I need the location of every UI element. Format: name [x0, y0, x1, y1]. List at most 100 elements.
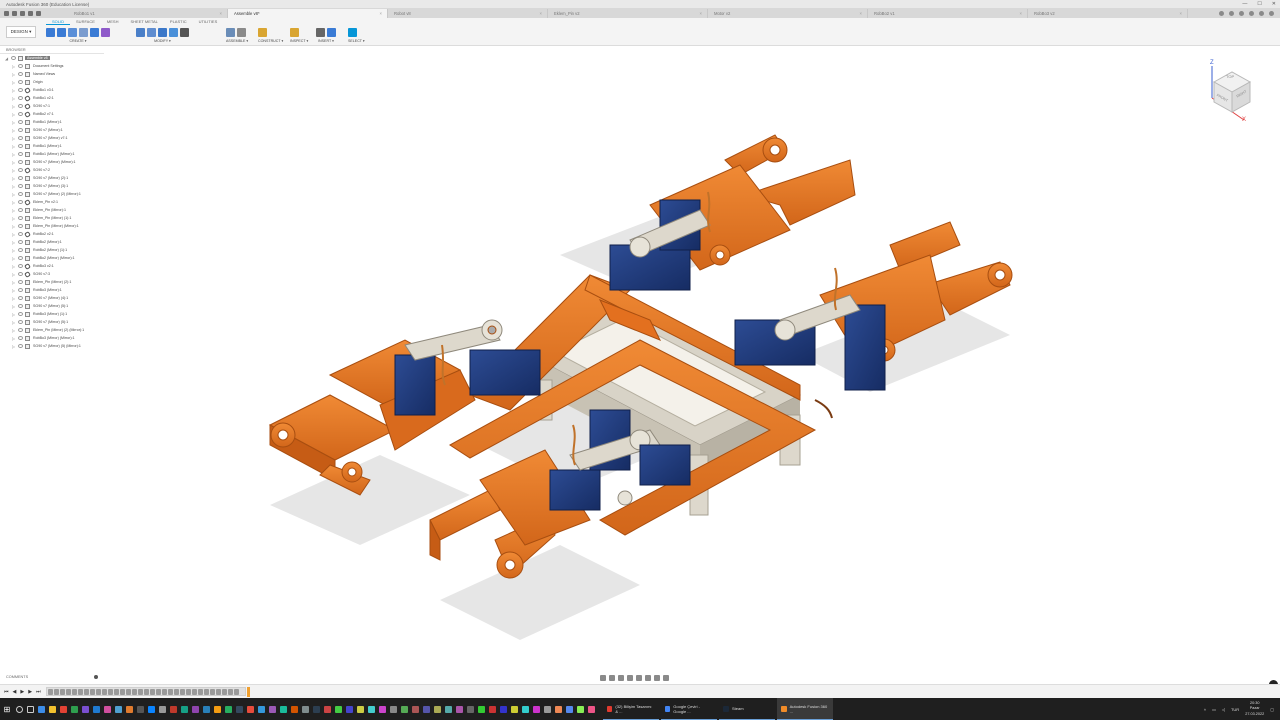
pinned-app-icon[interactable] — [236, 705, 243, 713]
timeline-feature-icon[interactable] — [222, 688, 227, 695]
close-tab-icon[interactable]: × — [220, 11, 222, 16]
fit-icon[interactable] — [636, 674, 642, 681]
tool-icon[interactable] — [226, 27, 235, 37]
browser-item[interactable]: ▷ SG90 v7 (Mirror):1 — [0, 126, 104, 134]
pinned-app-icon[interactable] — [346, 705, 353, 713]
mode-tab[interactable]: MESH — [101, 19, 125, 25]
expand-arrow-icon[interactable]: ▷ — [12, 176, 16, 181]
expand-arrow-icon[interactable]: ▷ — [12, 216, 16, 221]
pinned-app-icon[interactable] — [126, 705, 133, 713]
pinned-app-icon[interactable] — [192, 705, 199, 713]
step-forward-icon[interactable]: ▶ — [28, 689, 32, 695]
expand-arrow-icon[interactable]: ▷ — [12, 312, 16, 317]
timeline-feature-icon[interactable] — [216, 688, 221, 695]
timeline-feature-icon[interactable] — [204, 688, 209, 695]
tool-icon[interactable] — [68, 27, 77, 37]
expand-arrow-icon[interactable]: ▷ — [12, 208, 16, 213]
pinned-app-icon[interactable] — [566, 705, 573, 713]
visibility-icon[interactable] — [18, 272, 23, 276]
save-icon[interactable] — [20, 10, 25, 16]
browser-item[interactable]: ▷ SG90 v7 (Mirror) (2):1 — [0, 174, 104, 182]
display-settings-icon[interactable] — [645, 674, 651, 681]
pinned-app-icon[interactable] — [456, 705, 463, 713]
expand-arrow-icon[interactable]: ▷ — [12, 144, 16, 149]
play-icon[interactable]: ▶ — [20, 689, 24, 695]
minimize-button[interactable]: — — [1242, 1, 1247, 7]
timeline-feature-icon[interactable] — [198, 688, 203, 695]
timeline-feature-icon[interactable] — [84, 688, 89, 695]
document-tab[interactable]: Eklem_Pin v2 × — [548, 9, 708, 18]
visibility-icon[interactable] — [18, 160, 23, 164]
tool-icon[interactable] — [57, 27, 66, 37]
mode-tab[interactable]: SURFACE — [70, 19, 101, 25]
step-back-icon[interactable]: ◀ — [13, 689, 17, 695]
expand-arrow-icon[interactable]: ▷ — [12, 336, 16, 341]
visibility-icon[interactable] — [18, 336, 23, 340]
expand-arrow-icon[interactable]: ▷ — [12, 88, 16, 93]
browser-item[interactable]: ▷ Document Settings — [0, 62, 104, 70]
browser-item[interactable]: ▷ RobBo1 (Mirror):1 — [0, 142, 104, 150]
visibility-icon[interactable] — [18, 200, 23, 204]
visibility-icon[interactable] — [18, 136, 23, 140]
expand-arrow-icon[interactable]: ▷ — [12, 272, 16, 277]
mode-tab[interactable]: SOLID — [46, 19, 71, 25]
browser-item[interactable]: ▷ Eklem_Pin (Mirror) (2):1 — [0, 278, 104, 286]
visibility-icon[interactable] — [18, 312, 23, 316]
pinned-app-icon[interactable] — [280, 705, 287, 713]
timeline-feature-icon[interactable] — [90, 688, 95, 695]
tool-icon[interactable] — [327, 27, 336, 37]
network-icon[interactable]: ▭ — [1212, 707, 1216, 712]
browser-item[interactable]: ▷ SG90 v7 (Mirror) v7:1 — [0, 134, 104, 142]
extensions-icon[interactable] — [1229, 11, 1234, 16]
pinned-app-icon[interactable] — [93, 705, 100, 713]
browser-item[interactable]: ▷ RobBo3 (Mirror) (1):1 — [0, 310, 104, 318]
visibility-icon[interactable] — [18, 152, 23, 156]
browser-item[interactable]: ▷ SG90 v7 (Mirror) (2) (Mirror):1 — [0, 190, 104, 198]
pinned-app-icon[interactable] — [357, 705, 364, 713]
browser-item[interactable]: ▷ RobBo2 v2:1 — [0, 230, 104, 238]
pinned-app-icon[interactable] — [291, 705, 298, 713]
expand-arrow-icon[interactable]: ▷ — [12, 96, 16, 101]
timeline-feature-icon[interactable] — [174, 688, 179, 695]
visibility-icon[interactable] — [18, 264, 23, 268]
expand-arrow-icon[interactable]: ▷ — [12, 224, 16, 229]
pinned-app-icon[interactable] — [115, 705, 122, 713]
browser-item[interactable]: ▷ SG90 v7 (Mirror) (4):1 — [0, 294, 104, 302]
pinned-app-icon[interactable] — [137, 705, 144, 713]
visibility-icon[interactable] — [18, 232, 23, 236]
browser-item[interactable]: ▷ RobBo2 (Mirror):1 — [0, 238, 104, 246]
timeline-feature-icon[interactable] — [60, 688, 65, 695]
timeline-feature-icon[interactable] — [108, 688, 113, 695]
visibility-icon[interactable] — [18, 112, 23, 116]
visibility-icon[interactable] — [11, 56, 16, 60]
pinned-app-icon[interactable] — [214, 705, 221, 713]
timeline-feature-icon[interactable] — [126, 688, 131, 695]
pinned-app-icon[interactable] — [49, 705, 56, 713]
mode-tab[interactable]: SHEET METAL — [124, 19, 163, 25]
go-to-start-icon[interactable]: ⏮ — [4, 689, 9, 695]
cube-face-top[interactable]: TOP — [1226, 74, 1234, 79]
expand-arrow-icon[interactable]: ▷ — [12, 328, 16, 333]
timeline-feature-icon[interactable] — [162, 688, 167, 695]
undo-icon[interactable] — [28, 10, 33, 16]
tool-group-label[interactable]: MODIFY ▾ — [136, 39, 189, 43]
timeline-feature-icon[interactable] — [102, 688, 107, 695]
pinned-app-icon[interactable] — [401, 705, 408, 713]
browser-item[interactable]: ▷ Origin — [0, 78, 104, 86]
pinned-app-icon[interactable] — [522, 705, 529, 713]
notification-center-icon[interactable]: ▢ — [1270, 707, 1274, 712]
visibility-icon[interactable] — [18, 224, 23, 228]
tool-icon[interactable] — [136, 27, 145, 37]
expand-arrow-icon[interactable]: ▷ — [12, 288, 16, 293]
pinned-app-icon[interactable] — [423, 705, 430, 713]
browser-item[interactable]: ▷ RobBo3 (Mirror):1 — [0, 286, 104, 294]
taskbar-app[interactable]: Autodesk Fusion 360 ... — [777, 698, 833, 720]
tool-group-label[interactable]: INSPECT ▾ — [290, 39, 308, 43]
timeline-feature-icon[interactable] — [114, 688, 119, 695]
tool-group-label[interactable]: SELECT ▾ — [348, 39, 365, 43]
mode-tab[interactable]: UTILITIES — [193, 19, 224, 25]
pinned-app-icon[interactable] — [104, 705, 111, 713]
pinned-app-icon[interactable] — [588, 705, 595, 713]
comments-panel[interactable]: COMMENTS — [0, 673, 104, 681]
browser-item[interactable]: ▷ RobBo1 v3:1 — [0, 86, 104, 94]
